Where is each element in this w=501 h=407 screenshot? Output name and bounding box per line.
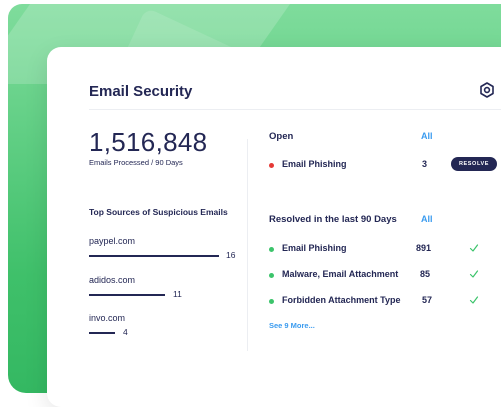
issue-label: Email Phishing (282, 159, 347, 169)
source-name: invo.com (89, 313, 126, 323)
header-divider (89, 109, 501, 110)
source-name: paypel.com (89, 236, 136, 246)
open-issue-row[interactable]: Email Phishing 3 RESOLVE (269, 157, 501, 173)
resolved-issue-row[interactable]: Email Phishing 891 (269, 243, 501, 257)
open-all-link[interactable]: All (421, 131, 433, 141)
resolved-issue-row[interactable]: Malware, Email Attachment 85 (269, 269, 501, 283)
source-count: 16 (226, 250, 236, 260)
issue-count: 3 (422, 159, 428, 169)
resolve-button[interactable]: RESOLVE (451, 157, 497, 171)
column-divider (247, 139, 248, 351)
source-count: 11 (173, 289, 182, 299)
issue-count: 57 (422, 295, 433, 305)
source-bar (89, 294, 165, 296)
issue-count: 891 (416, 243, 432, 253)
source-item[interactable]: invo.com 4 (89, 313, 128, 338)
source-item[interactable]: paypel.com 16 (89, 236, 235, 261)
check-icon (469, 270, 479, 278)
issue-label: Forbidden Attachment Type (282, 295, 401, 305)
status-dot-red (269, 163, 274, 168)
issue-count: 85 (420, 269, 431, 279)
check-icon (469, 296, 479, 304)
emails-processed-caption: Emails Processed / 90 Days (89, 158, 183, 167)
source-bar (89, 255, 219, 257)
top-sources-title: Top Sources of Suspicious Emails (89, 207, 228, 217)
card-title: Email Security (89, 83, 193, 100)
check-icon (469, 244, 479, 252)
source-count: 4 (123, 327, 128, 337)
see-more-link[interactable]: See 9 More... (269, 321, 315, 330)
emails-processed-count: 1,516,848 (89, 127, 208, 157)
status-dot-green (269, 273, 274, 278)
status-dot-green (269, 299, 274, 304)
resolved-section-title: Resolved in the last 90 Days (269, 214, 397, 225)
issue-label: Malware, Email Attachment (282, 269, 399, 279)
source-item[interactable]: adidos.com 11 (89, 275, 182, 300)
issue-label: Email Phishing (282, 243, 347, 253)
source-bar (89, 332, 115, 334)
email-security-card: Email Security 1,516,848 Emails Processe… (47, 47, 501, 407)
resolved-all-link[interactable]: All (421, 214, 433, 224)
source-name: adidos.com (89, 275, 136, 285)
open-section-title: Open (269, 131, 294, 142)
resolved-issue-row[interactable]: Forbidden Attachment Type 57 (269, 295, 501, 309)
status-dot-green (269, 247, 274, 252)
settings-icon[interactable] (479, 82, 495, 98)
